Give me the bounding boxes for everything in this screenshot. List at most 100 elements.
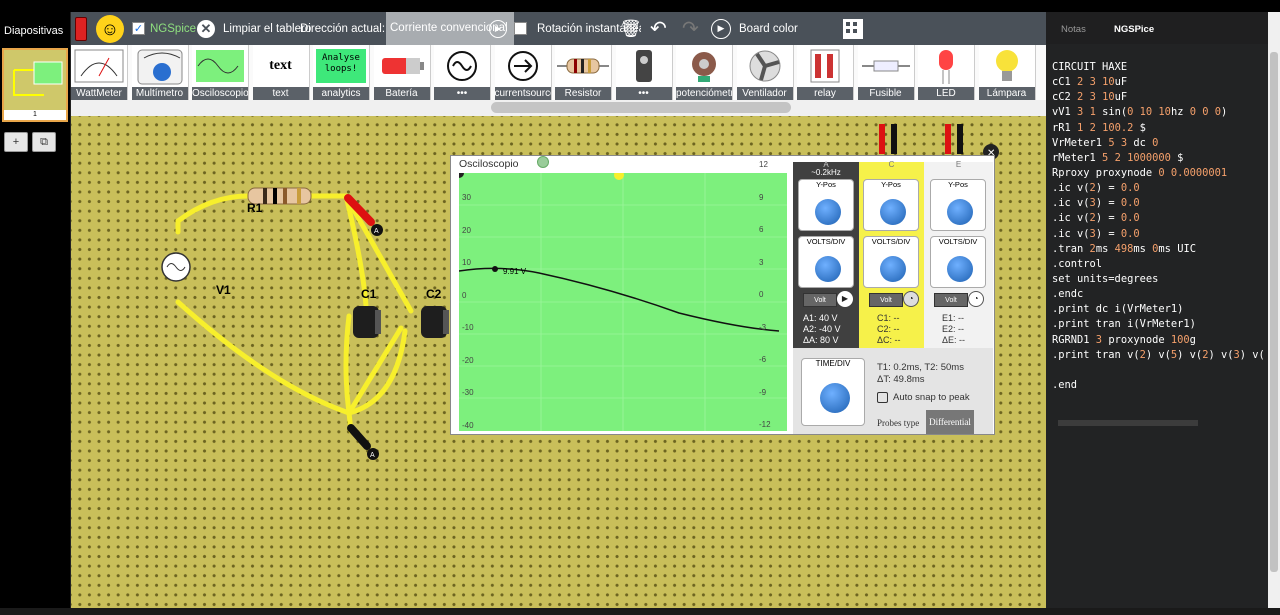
volt-button[interactable]: Volt [934,293,968,307]
capacitor-c1[interactable] [353,306,381,338]
c-trigger-marker[interactable] [614,173,624,180]
voltsdiv-knob[interactable] [947,256,973,282]
play-direction-icon[interactable]: ▶ [489,12,507,45]
fuse-icon [858,45,914,87]
page-scroll-thumb[interactable] [1270,52,1278,572]
palette-item-battery[interactable]: Batería [373,45,431,100]
page-scrollbar[interactable] [1268,12,1280,608]
toolbar: ☺ ✓ NGSpice ✕ Limpiar el tablero Direcci… [71,12,1046,45]
settings-icon[interactable] [537,156,549,168]
clear-board-button[interactable]: ✕ Limpiar el tablero [197,12,311,45]
a-trigger-marker[interactable] [459,173,464,178]
power-switch-icon[interactable] [75,12,87,45]
scope-grid [459,173,787,431]
capacitor-c2[interactable] [421,306,449,338]
thumbnail-preview [13,61,63,96]
close-circle-icon: ✕ [197,19,215,38]
play-icon[interactable]: ◔ [903,291,919,307]
wire[interactable] [343,313,352,416]
switch-icon [616,45,672,87]
channel-c-label: C [888,160,895,169]
voltsdiv-knob[interactable] [880,256,906,282]
probes-type-button[interactable]: Differential [926,410,974,434]
play-icon[interactable]: ▶ [837,291,853,307]
slide-thumbnail[interactable]: 1 [2,48,68,122]
slides-title: Diapositivas [4,25,64,37]
palette-scrollbar[interactable] [71,100,1046,116]
oscilloscope-screen[interactable]: 9.91 V 30 20 10 0 -10 -20 -30 -40 12 9 6 3 0 -3 -6 -9-… [459,160,787,431]
timediv-knob[interactable] [820,383,850,413]
palette-item-oscilloscope[interactable]: Osciloscopio [192,45,249,100]
palette-item-analytics[interactable]: Analyse loops! analytics [313,45,370,100]
palette-item-led[interactable]: LED [918,45,975,100]
wire[interactable] [175,193,251,235]
led-icon [918,45,974,87]
palette-item-switch[interactable]: ••• [615,45,673,100]
battery-icon [374,45,430,87]
palette-item-resistor[interactable]: Resistor [555,45,612,100]
channel-a-ypos[interactable]: Y-Pos [798,179,854,231]
ngspice-checkbox[interactable]: ✓ NGSpice [132,12,196,45]
direction-label: Dirección actual: [300,22,386,35]
copy-slide-button[interactable]: ⧉ [32,132,56,152]
palette-item-wattmeter[interactable]: WattMeter [71,45,128,100]
palette-item-fan[interactable]: Ventilador [736,45,794,100]
ypos-label: Y-Pos [948,180,968,189]
palette-item-label: ••• [434,87,490,100]
ac-source-v1[interactable] [161,252,191,282]
undo-icon[interactable]: ↶ [650,12,667,45]
analytics-icon: Analyse loops! [313,45,369,87]
palette-item-multimeter[interactable]: Multímetro [131,45,189,100]
wire[interactable] [175,299,352,416]
redo-icon[interactable]: ↷ [682,12,699,45]
channel-c-ypos[interactable]: Y-Pos [863,179,919,231]
autosnap-checkbox[interactable]: Auto snap to peak [877,392,970,403]
palette-item-potentiometer[interactable]: potenciómetro [676,45,733,100]
netlist-line: RGRND1 3 proxynode 100g [1052,333,1196,346]
channel-a-voltsdiv[interactable]: VOLTS/DIV [798,236,854,288]
building-icon[interactable] [843,12,863,45]
palette-item-label: WattMeter [71,87,127,100]
e1-readout: E1: -- [942,313,965,323]
volt-button[interactable]: Volt [803,293,837,307]
trash-icon[interactable]: 🗑 [620,12,642,45]
palette-item-relay[interactable]: relay [797,45,854,100]
tab-ngspice[interactable]: NGSPice [1114,24,1154,35]
channel-controls: A ~0.2kHz Y-Pos VOLTS/DIV Volt ▶ A1: 40 … [793,160,993,434]
palette-item-current-source[interactable]: currentsource [494,45,552,100]
oscilloscope[interactable]: Osciloscopio 9.91 V 30 20 10 0 -10 -20 -30 -40 … [450,155,995,435]
netlist-code[interactable]: CIRCUIT HAXE cC1 2 3 10uF cC2 2 3 10uF vV1 … [1052,60,1266,393]
netlist-scroll-thumb[interactable] [1058,420,1198,426]
wire[interactable] [343,193,414,314]
smiley-icon[interactable]: ☺ [96,12,124,45]
palette-scroll-thumb[interactable] [491,102,791,113]
ypos-knob[interactable] [880,199,906,225]
palette-item-ac-source[interactable]: ••• [434,45,491,100]
play-icon[interactable]: ◔ [968,291,984,307]
board-color-button[interactable]: ▶ Board color [711,12,798,45]
voltsdiv-knob[interactable] [815,256,841,282]
tab-notes[interactable]: Notas [1061,24,1086,35]
palette-item-fuse[interactable]: Fusible [857,45,915,100]
volt-button[interactable]: Volt [869,293,903,307]
ypos-knob[interactable] [947,199,973,225]
fan-icon [737,45,793,87]
c2-label: C2 [426,287,442,301]
timediv-control[interactable]: TIME/DIV [801,358,865,426]
probe-c-leads[interactable] [879,124,963,154]
probe-a-black[interactable] [347,424,379,460]
ypos-knob[interactable] [815,199,841,225]
netlist-scrollbar[interactable] [1046,418,1268,428]
channel-c-voltsdiv[interactable]: VOLTS/DIV [863,236,919,288]
channel-e-voltsdiv[interactable]: VOLTS/DIV [930,236,986,288]
checkbox-icon: ✓ [132,22,145,35]
y-tick-right: -12 [759,420,771,429]
y-tick-right: -6 [759,355,767,364]
probe-a-label-bottom: A [370,452,375,459]
board-color-label: Board color [739,22,798,35]
add-slide-button[interactable]: + [4,132,28,152]
palette-item-lamp[interactable]: Lámpara [978,45,1036,100]
channel-e-ypos[interactable]: Y-Pos [930,179,986,231]
palette-item-text[interactable]: text text [252,45,310,100]
y-tick-right: 0 [759,290,764,299]
